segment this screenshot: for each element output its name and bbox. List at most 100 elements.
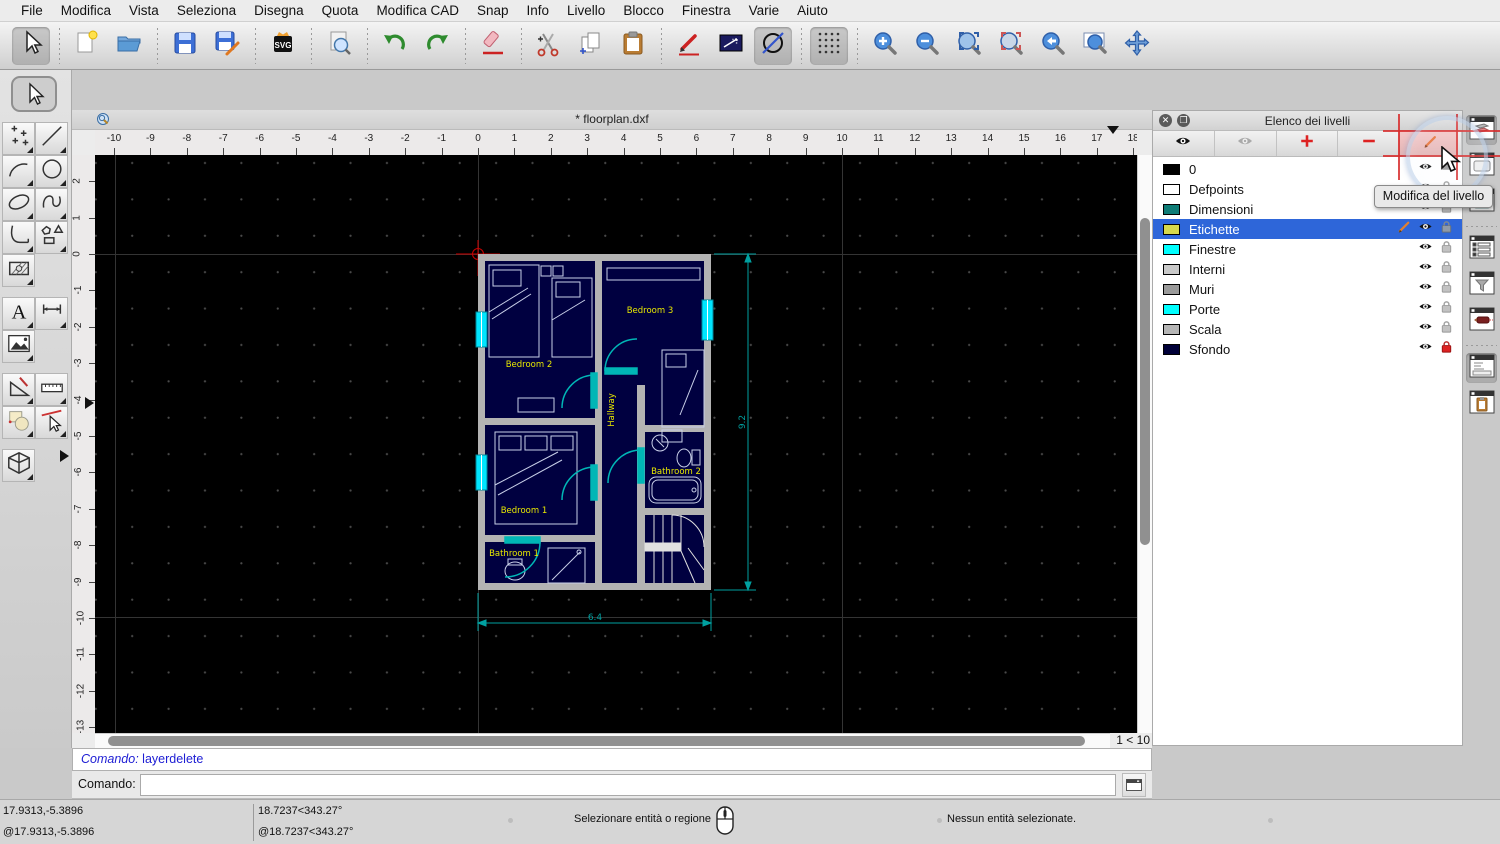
dock-filter-button[interactable] — [1466, 270, 1497, 300]
horizontal-scrollbar[interactable] — [95, 733, 1110, 748]
menu-file[interactable]: File — [12, 3, 52, 18]
open-file-button[interactable] — [110, 27, 148, 65]
layer-color-swatch[interactable] — [1163, 203, 1180, 215]
arc-tool-button[interactable] — [2, 155, 35, 188]
layer-lock-icon[interactable] — [1439, 319, 1454, 339]
document-titlebar[interactable]: * floorplan.dxf — [72, 110, 1152, 130]
print-preview-button[interactable] — [320, 27, 358, 65]
menu-seleziona[interactable]: Seleziona — [168, 3, 245, 18]
layer-lock-icon[interactable] — [1439, 279, 1454, 299]
grid-toggle-button[interactable] — [810, 26, 848, 65]
dock-clipboard-button[interactable] — [1466, 389, 1497, 419]
menu-vista[interactable]: Vista — [120, 3, 168, 18]
copy-button[interactable] — [572, 27, 610, 65]
zoom-pan-button[interactable] — [1118, 27, 1156, 65]
layer-row-sfondo[interactable]: Sfondo — [1153, 339, 1462, 359]
dock-pen-button[interactable] — [1466, 306, 1497, 336]
save-as-button[interactable] — [208, 27, 246, 65]
horizontal-scrollbar-thumb[interactable] — [108, 736, 1085, 746]
layer-visibility-eye-icon[interactable] — [1418, 339, 1433, 359]
layer-row-interni[interactable]: Interni — [1153, 259, 1462, 279]
image-tool-button[interactable] — [2, 330, 35, 363]
menu-modifica[interactable]: Modifica — [52, 3, 120, 18]
zoom-window-button[interactable] — [1076, 27, 1114, 65]
menu-modifica-cad[interactable]: Modifica CAD — [367, 3, 468, 18]
line-tool-button[interactable] — [35, 122, 68, 155]
spline-tool-button[interactable] — [35, 188, 68, 221]
layer-visibility-eye-icon[interactable] — [1418, 219, 1433, 239]
zoom-out-button[interactable] — [908, 27, 946, 65]
zoom-select-button[interactable] — [992, 27, 1030, 65]
zoom-prev-button[interactable] — [1034, 27, 1072, 65]
undo-button[interactable] — [376, 27, 414, 65]
add-layer-button[interactable] — [1277, 131, 1339, 156]
hide-all-button[interactable] — [1215, 131, 1277, 156]
menu-finestra[interactable]: Finestra — [673, 3, 740, 18]
layer-visibility-eye-icon[interactable] — [1418, 319, 1433, 339]
polyline-tool-button[interactable] — [2, 221, 35, 254]
layer-visibility-eye-icon[interactable] — [1418, 299, 1433, 319]
layer-color-swatch[interactable] — [1163, 303, 1180, 315]
zoom-in-button[interactable] — [866, 27, 904, 65]
menu-quota[interactable]: Quota — [313, 3, 368, 18]
menu-disegna[interactable]: Disegna — [245, 3, 313, 18]
menu-aiuto[interactable]: Aiuto — [788, 3, 837, 18]
layer-visibility-eye-icon[interactable] — [1418, 239, 1433, 259]
command-input[interactable] — [140, 774, 1116, 796]
polygon-tool-button[interactable] — [35, 221, 68, 254]
layer-color-swatch[interactable] — [1163, 283, 1180, 295]
show-all-button[interactable] — [1153, 131, 1215, 156]
layer-lock-icon[interactable] — [1439, 339, 1454, 359]
floorplan-drawing[interactable]: 9.2 6.4 Bedroom 2 Bedroom 3 Hallway Bedr… — [440, 240, 770, 640]
block-tool-button[interactable] — [2, 406, 35, 439]
ellipse-tool-button[interactable] — [2, 188, 35, 221]
vertical-scrollbar-thumb[interactable] — [1140, 218, 1150, 545]
select-button[interactable] — [12, 26, 50, 65]
select-entity-tool-button[interactable] — [35, 406, 68, 439]
remove-layer-button[interactable] — [1338, 131, 1401, 156]
paste-button[interactable] — [614, 27, 652, 65]
save-button[interactable] — [166, 27, 204, 65]
layer-row-muri[interactable]: Muri — [1153, 279, 1462, 299]
layer-color-swatch[interactable] — [1163, 243, 1180, 255]
dimension-tool-button[interactable] — [35, 297, 68, 330]
points-tool-button[interactable] — [2, 122, 35, 155]
layer-row-scala[interactable]: Scala — [1153, 319, 1462, 339]
layer-color-swatch[interactable] — [1163, 343, 1180, 355]
modify-tool-button[interactable] — [2, 373, 35, 406]
layer-color-swatch[interactable] — [1163, 223, 1180, 235]
drawing-canvas[interactable]: 9.2 6.4 Bedroom 2 Bedroom 3 Hallway Bedr… — [95, 155, 1137, 733]
layer-visibility-eye-icon[interactable] — [1418, 259, 1433, 279]
draft-mode-button[interactable] — [754, 26, 792, 65]
layer-lock-icon[interactable] — [1439, 219, 1454, 239]
edit-pencil-button[interactable] — [670, 27, 708, 65]
layer-row-finestre[interactable]: Finestre — [1153, 239, 1462, 259]
layer-color-swatch[interactable] — [1163, 183, 1180, 195]
command-detach-button[interactable] — [1122, 773, 1146, 797]
cut-button[interactable] — [530, 27, 568, 65]
svg-export-button[interactable]: SVG — [264, 27, 302, 65]
vertical-scrollbar[interactable] — [1137, 155, 1152, 733]
layer-color-swatch[interactable] — [1163, 263, 1180, 275]
menu-snap[interactable]: Snap — [468, 3, 518, 18]
dock-blocks-button[interactable] — [1466, 234, 1497, 264]
menu-livello[interactable]: Livello — [558, 3, 614, 18]
layer-row-porte[interactable]: Porte — [1153, 299, 1462, 319]
layer-visibility-eye-icon[interactable] — [1418, 279, 1433, 299]
menu-info[interactable]: Info — [518, 3, 559, 18]
new-file-button[interactable] — [68, 27, 106, 65]
solid-3d-tool-button[interactable] — [2, 449, 35, 482]
layer-lock-icon[interactable] — [1439, 259, 1454, 279]
zoom-auto-button[interactable] — [950, 27, 988, 65]
menu-varie[interactable]: Varie — [740, 3, 789, 18]
layer-color-swatch[interactable] — [1163, 163, 1180, 175]
layer-lock-icon[interactable] — [1439, 299, 1454, 319]
select-tool-button[interactable] — [11, 76, 57, 112]
layer-lock-icon[interactable] — [1439, 239, 1454, 259]
edit-attributes-button[interactable] — [712, 27, 750, 65]
redo-button[interactable] — [418, 27, 456, 65]
text-tool-button[interactable]: A — [2, 297, 35, 330]
layer-color-swatch[interactable] — [1163, 323, 1180, 335]
circle-tool-button[interactable] — [35, 155, 68, 188]
menu-blocco[interactable]: Blocco — [614, 3, 673, 18]
